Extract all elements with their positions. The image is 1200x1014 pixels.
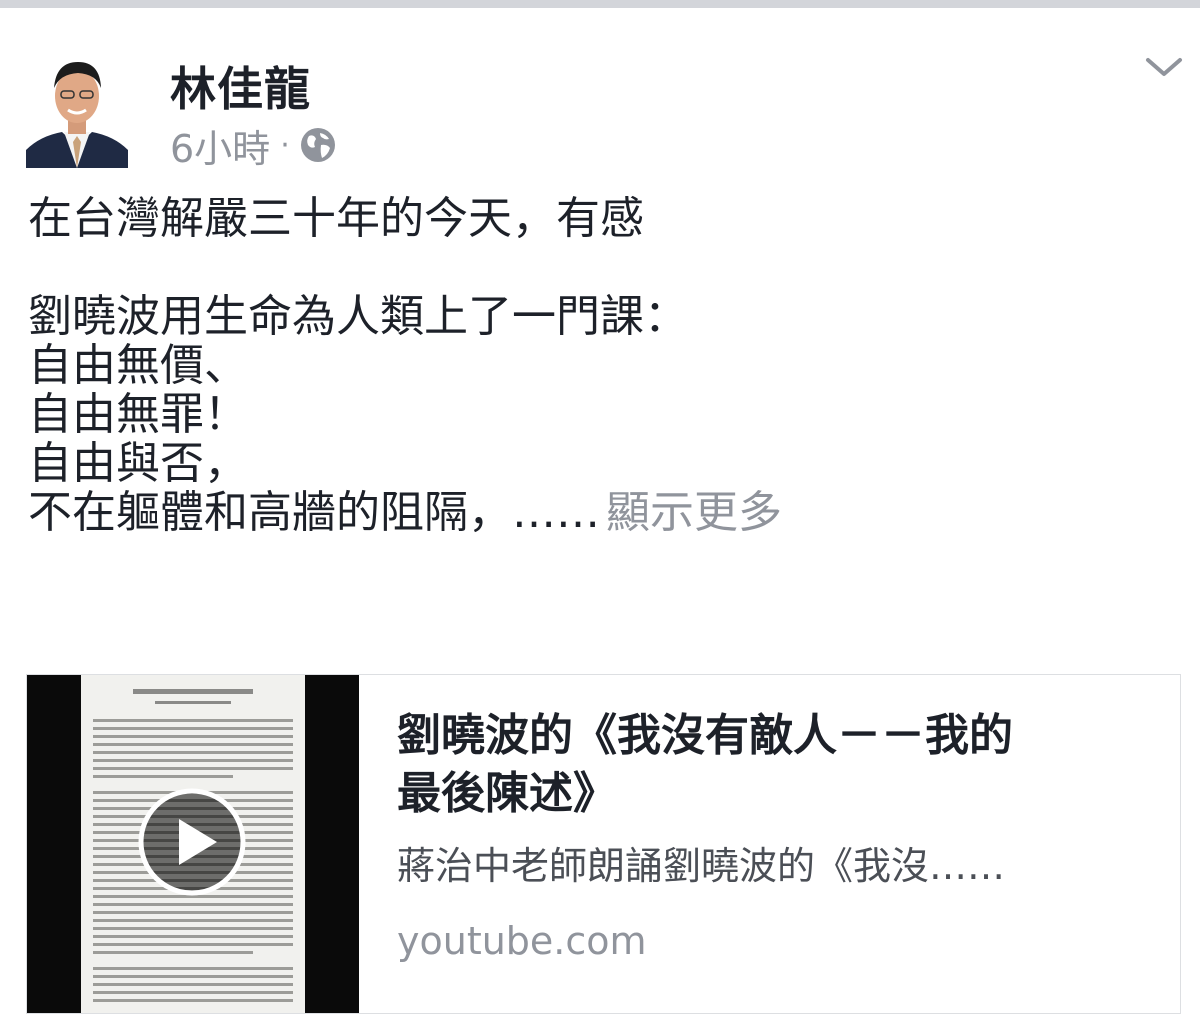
author-name[interactable]: 林佳龍 — [170, 53, 311, 119]
post-text-line: 不在軀體和高牆的阻隔，…… — [28, 487, 600, 538]
chevron-down-icon[interactable] — [1144, 54, 1184, 82]
link-card-description: 蔣治中老師朗誦劉曉波的《我沒…… — [397, 844, 1006, 888]
post-text-last-line: 不在軀體和高牆的阻隔，…… 顯示更多 — [28, 488, 1178, 537]
post-text-blank — [28, 243, 1178, 292]
play-icon[interactable] — [137, 787, 247, 897]
post-text-line: 在台灣解嚴三十年的今天，有感 — [28, 193, 644, 244]
post-timestamp[interactable]: 6小時 — [170, 118, 270, 173]
post-text-line: 自由與否， — [28, 438, 248, 489]
link-card-domain: youtube.com — [397, 919, 647, 963]
meta-separator: · — [280, 127, 290, 163]
post-body: 在台灣解嚴三十年的今天，有感 劉曉波用生命為人類上了一門課： 自由無價、 自由無… — [28, 194, 1178, 537]
avatar-image — [26, 46, 128, 168]
see-more-link[interactable]: 顯示更多 — [606, 487, 782, 538]
globe-icon[interactable] — [300, 127, 336, 163]
post-meta: 6小時 · — [170, 123, 336, 171]
link-card-title-line: 最後陳述》 — [397, 768, 617, 819]
post-text-line: 自由無罪！ — [28, 389, 248, 440]
avatar[interactable] — [26, 46, 128, 168]
facebook-post: 林佳龍 6小時 · 在台灣解嚴三十年的今天，有感 劉曉波用生命為人類上了一門課：… — [0, 8, 1200, 1014]
link-card-title[interactable]: 劉曉波的《我沒有敵人－－我的 最後陳述》 — [397, 707, 1157, 823]
link-card-title-line: 劉曉波的《我沒有敵人－－我的 — [397, 710, 1013, 761]
post-text-line: 自由無價、 — [28, 340, 248, 391]
top-separator — [0, 0, 1200, 8]
link-preview-card[interactable]: 劉曉波的《我沒有敵人－－我的 最後陳述》 蔣治中老師朗誦劉曉波的《我沒…… yo… — [26, 674, 1181, 1014]
post-text-line: 劉曉波用生命為人類上了一門課： — [28, 291, 688, 342]
link-card-info[interactable]: 劉曉波的《我沒有敵人－－我的 最後陳述》 蔣治中老師朗誦劉曉波的《我沒…… yo… — [397, 707, 1157, 963]
video-thumbnail[interactable] — [27, 675, 359, 1013]
